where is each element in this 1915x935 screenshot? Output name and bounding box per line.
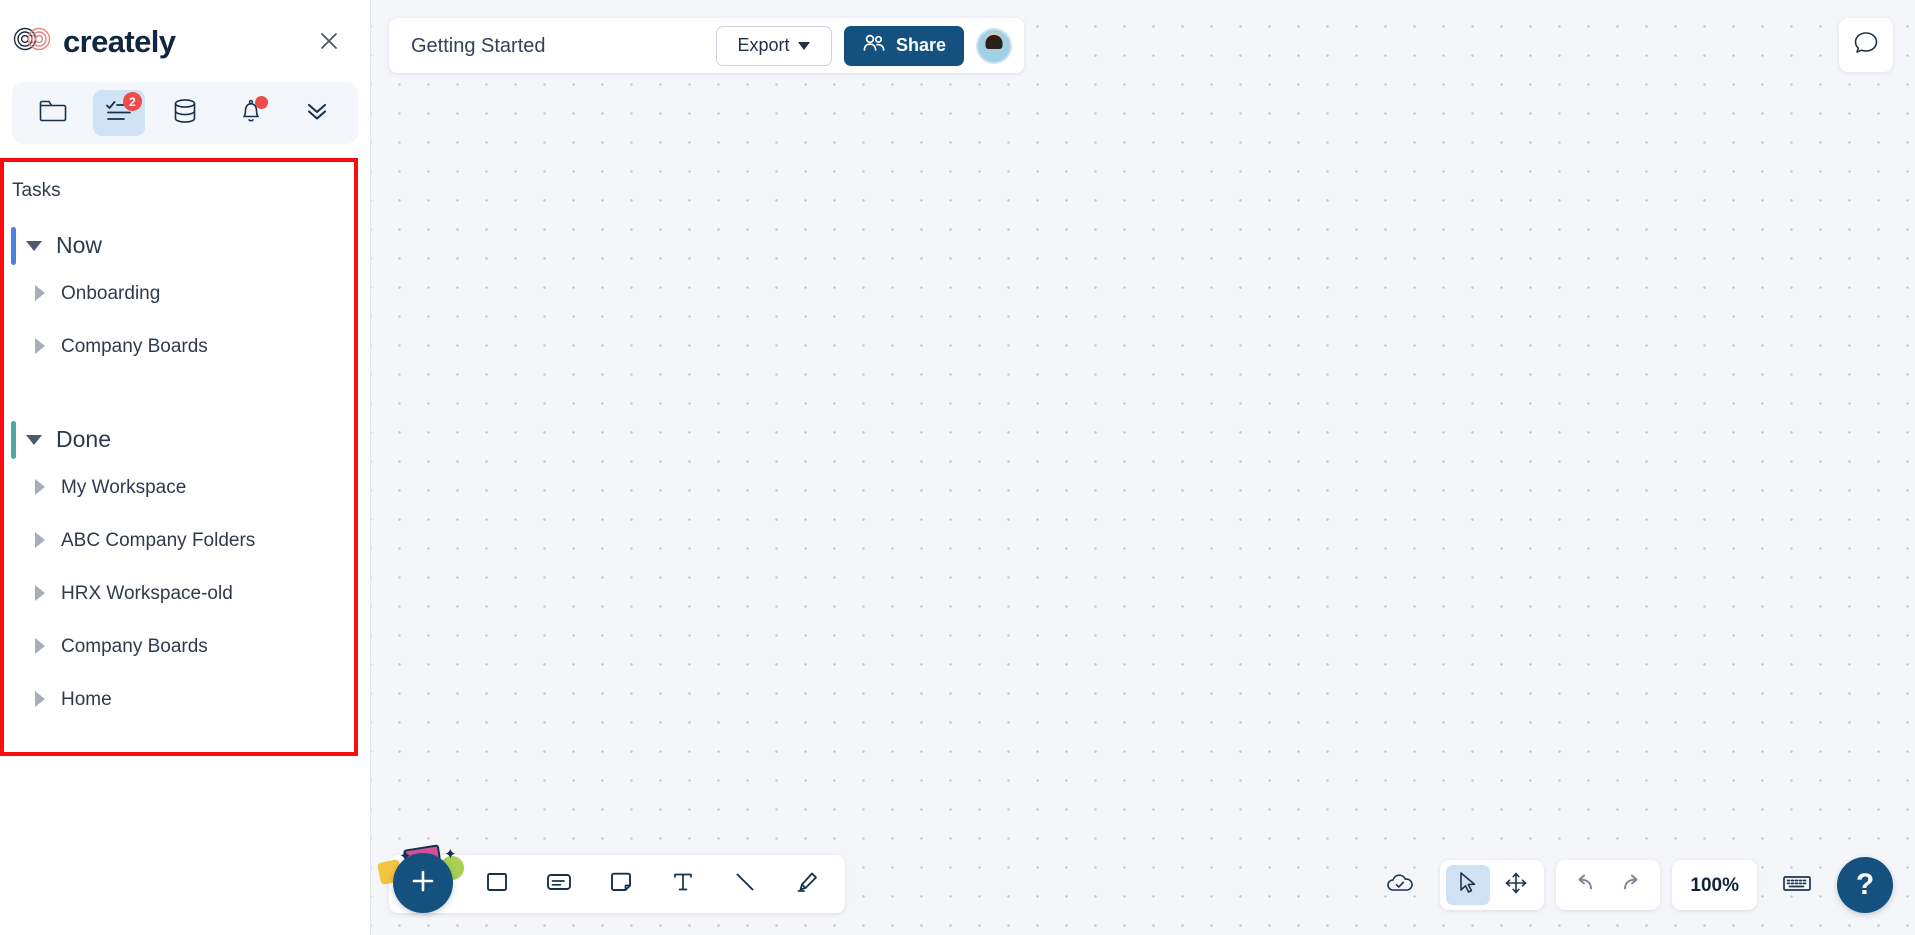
export-button[interactable]: Export bbox=[715, 25, 832, 66]
card-tool[interactable] bbox=[533, 860, 585, 908]
marker-pen-icon bbox=[793, 868, 821, 901]
select-tool-button[interactable] bbox=[1446, 865, 1491, 905]
caret-right-icon bbox=[35, 691, 45, 708]
sidebar-item-folders[interactable] bbox=[27, 90, 79, 136]
pan-tool-button[interactable] bbox=[1494, 865, 1538, 905]
task-item[interactable]: Onboarding bbox=[4, 267, 354, 320]
task-item-label: Company Boards bbox=[61, 635, 208, 657]
zoom-group: 100% bbox=[1672, 860, 1757, 910]
task-group-header-done[interactable]: Done bbox=[4, 419, 354, 461]
creately-infinity-logo-icon bbox=[12, 24, 54, 59]
save-status-button[interactable] bbox=[1378, 865, 1422, 905]
caret-right-icon bbox=[35, 338, 45, 355]
history-group bbox=[1556, 860, 1661, 910]
group-accent-bar bbox=[11, 226, 16, 265]
export-button-label: Export bbox=[737, 35, 790, 55]
task-group-now: Now Onboarding Company Boards bbox=[4, 225, 354, 373]
group-accent-bar bbox=[11, 420, 16, 459]
sidebar-item-database[interactable] bbox=[159, 90, 211, 136]
task-group-label: Done bbox=[56, 426, 111, 453]
tasks-panel: Tasks Now Onboarding Company Boards Done… bbox=[0, 158, 358, 756]
app-root: creately 2 Tasks Now Onboarding Company … bbox=[0, 0, 1915, 935]
caret-down-icon bbox=[798, 41, 811, 50]
line-icon bbox=[731, 868, 759, 901]
user-avatar[interactable] bbox=[976, 27, 1012, 64]
note-tool[interactable] bbox=[595, 860, 647, 908]
share-button-label: Share bbox=[895, 35, 946, 55]
sidebar-item-more[interactable] bbox=[291, 90, 343, 136]
redo-icon bbox=[1619, 872, 1645, 899]
task-item-label: My Workspace bbox=[61, 476, 187, 498]
plus-icon bbox=[408, 866, 438, 901]
card-icon bbox=[544, 868, 574, 901]
keyboard-shortcuts-button[interactable] bbox=[1775, 865, 1819, 905]
caret-down-icon bbox=[26, 240, 42, 251]
task-item[interactable]: HRX Workspace-old bbox=[4, 567, 354, 620]
share-button[interactable]: Share bbox=[843, 25, 964, 66]
sidebar-header: creately bbox=[0, 0, 370, 82]
chevron-double-down-icon bbox=[303, 100, 331, 127]
redo-button[interactable] bbox=[1610, 865, 1654, 905]
line-tool[interactable] bbox=[719, 860, 771, 908]
add-button[interactable] bbox=[393, 853, 453, 913]
text-icon bbox=[669, 868, 697, 901]
caret-right-icon bbox=[35, 532, 45, 549]
left-sidebar: creately 2 Tasks Now Onboarding Company … bbox=[0, 0, 371, 935]
caret-down-icon bbox=[26, 434, 42, 445]
diagram-canvas[interactable]: Getting Started Export Share ✦ ✦ 100% ? bbox=[371, 0, 1915, 935]
tasks-panel-title: Tasks bbox=[12, 180, 61, 201]
decoration-star: ✦ bbox=[444, 846, 457, 863]
brand: creately bbox=[12, 23, 176, 59]
task-item-label: Home bbox=[61, 688, 112, 710]
sticky-note-icon bbox=[607, 868, 635, 901]
task-item-label: Onboarding bbox=[61, 282, 161, 304]
save-status-group bbox=[1372, 860, 1428, 910]
undo-button[interactable] bbox=[1562, 865, 1606, 905]
undo-icon bbox=[1571, 872, 1597, 899]
database-icon bbox=[171, 97, 199, 130]
task-item[interactable]: Home bbox=[4, 673, 354, 726]
task-item[interactable]: ABC Company Folders bbox=[4, 514, 354, 567]
zoom-level[interactable]: 100% bbox=[1678, 876, 1751, 895]
canvas-controls: 100% ? bbox=[1372, 857, 1893, 913]
shape-tool[interactable] bbox=[471, 860, 523, 908]
task-item-label: ABC Company Folders bbox=[61, 529, 256, 551]
brand-name: creately bbox=[63, 23, 176, 59]
task-item-label: HRX Workspace-old bbox=[61, 582, 233, 604]
caret-right-icon bbox=[35, 585, 45, 602]
task-item[interactable]: My Workspace bbox=[4, 461, 354, 514]
pen-tool[interactable] bbox=[781, 860, 833, 908]
caret-right-icon bbox=[35, 479, 45, 496]
sidebar-item-notifications[interactable] bbox=[225, 90, 277, 136]
sidebar-icon-rail: 2 bbox=[12, 82, 358, 144]
task-group-label: Now bbox=[56, 232, 103, 259]
keyboard-group bbox=[1769, 860, 1825, 910]
keyboard-icon bbox=[1781, 871, 1813, 900]
text-tool[interactable] bbox=[657, 860, 709, 908]
caret-right-icon bbox=[35, 285, 45, 302]
task-group-header-now[interactable]: Now bbox=[4, 225, 354, 267]
task-item[interactable]: Company Boards bbox=[4, 620, 354, 673]
document-toolbar: Getting Started Export Share bbox=[389, 18, 1024, 73]
help-button-label: ? bbox=[1855, 868, 1875, 901]
square-shape-icon bbox=[483, 868, 511, 901]
task-item[interactable]: Company Boards bbox=[4, 320, 354, 373]
pointer-tools-group bbox=[1440, 860, 1545, 910]
move-arrows-icon bbox=[1503, 870, 1529, 901]
cloud-check-icon bbox=[1385, 871, 1415, 900]
tasks-badge: 2 bbox=[123, 92, 142, 111]
sidebar-item-tasks[interactable]: 2 bbox=[93, 90, 145, 136]
task-item-label: Company Boards bbox=[61, 335, 208, 357]
task-group-done: Done My Workspace ABC Company Folders HR… bbox=[4, 419, 354, 726]
close-icon[interactable] bbox=[314, 26, 344, 56]
notifications-dot bbox=[255, 96, 268, 109]
chat-button[interactable] bbox=[1839, 18, 1893, 72]
help-button[interactable]: ? bbox=[1837, 857, 1893, 913]
people-icon bbox=[862, 33, 886, 58]
cursor-arrow-icon bbox=[1456, 870, 1480, 901]
caret-right-icon bbox=[35, 638, 45, 655]
document-title[interactable]: Getting Started bbox=[411, 36, 704, 56]
folder-icon bbox=[38, 98, 68, 129]
chat-bubble-icon bbox=[1851, 28, 1881, 63]
